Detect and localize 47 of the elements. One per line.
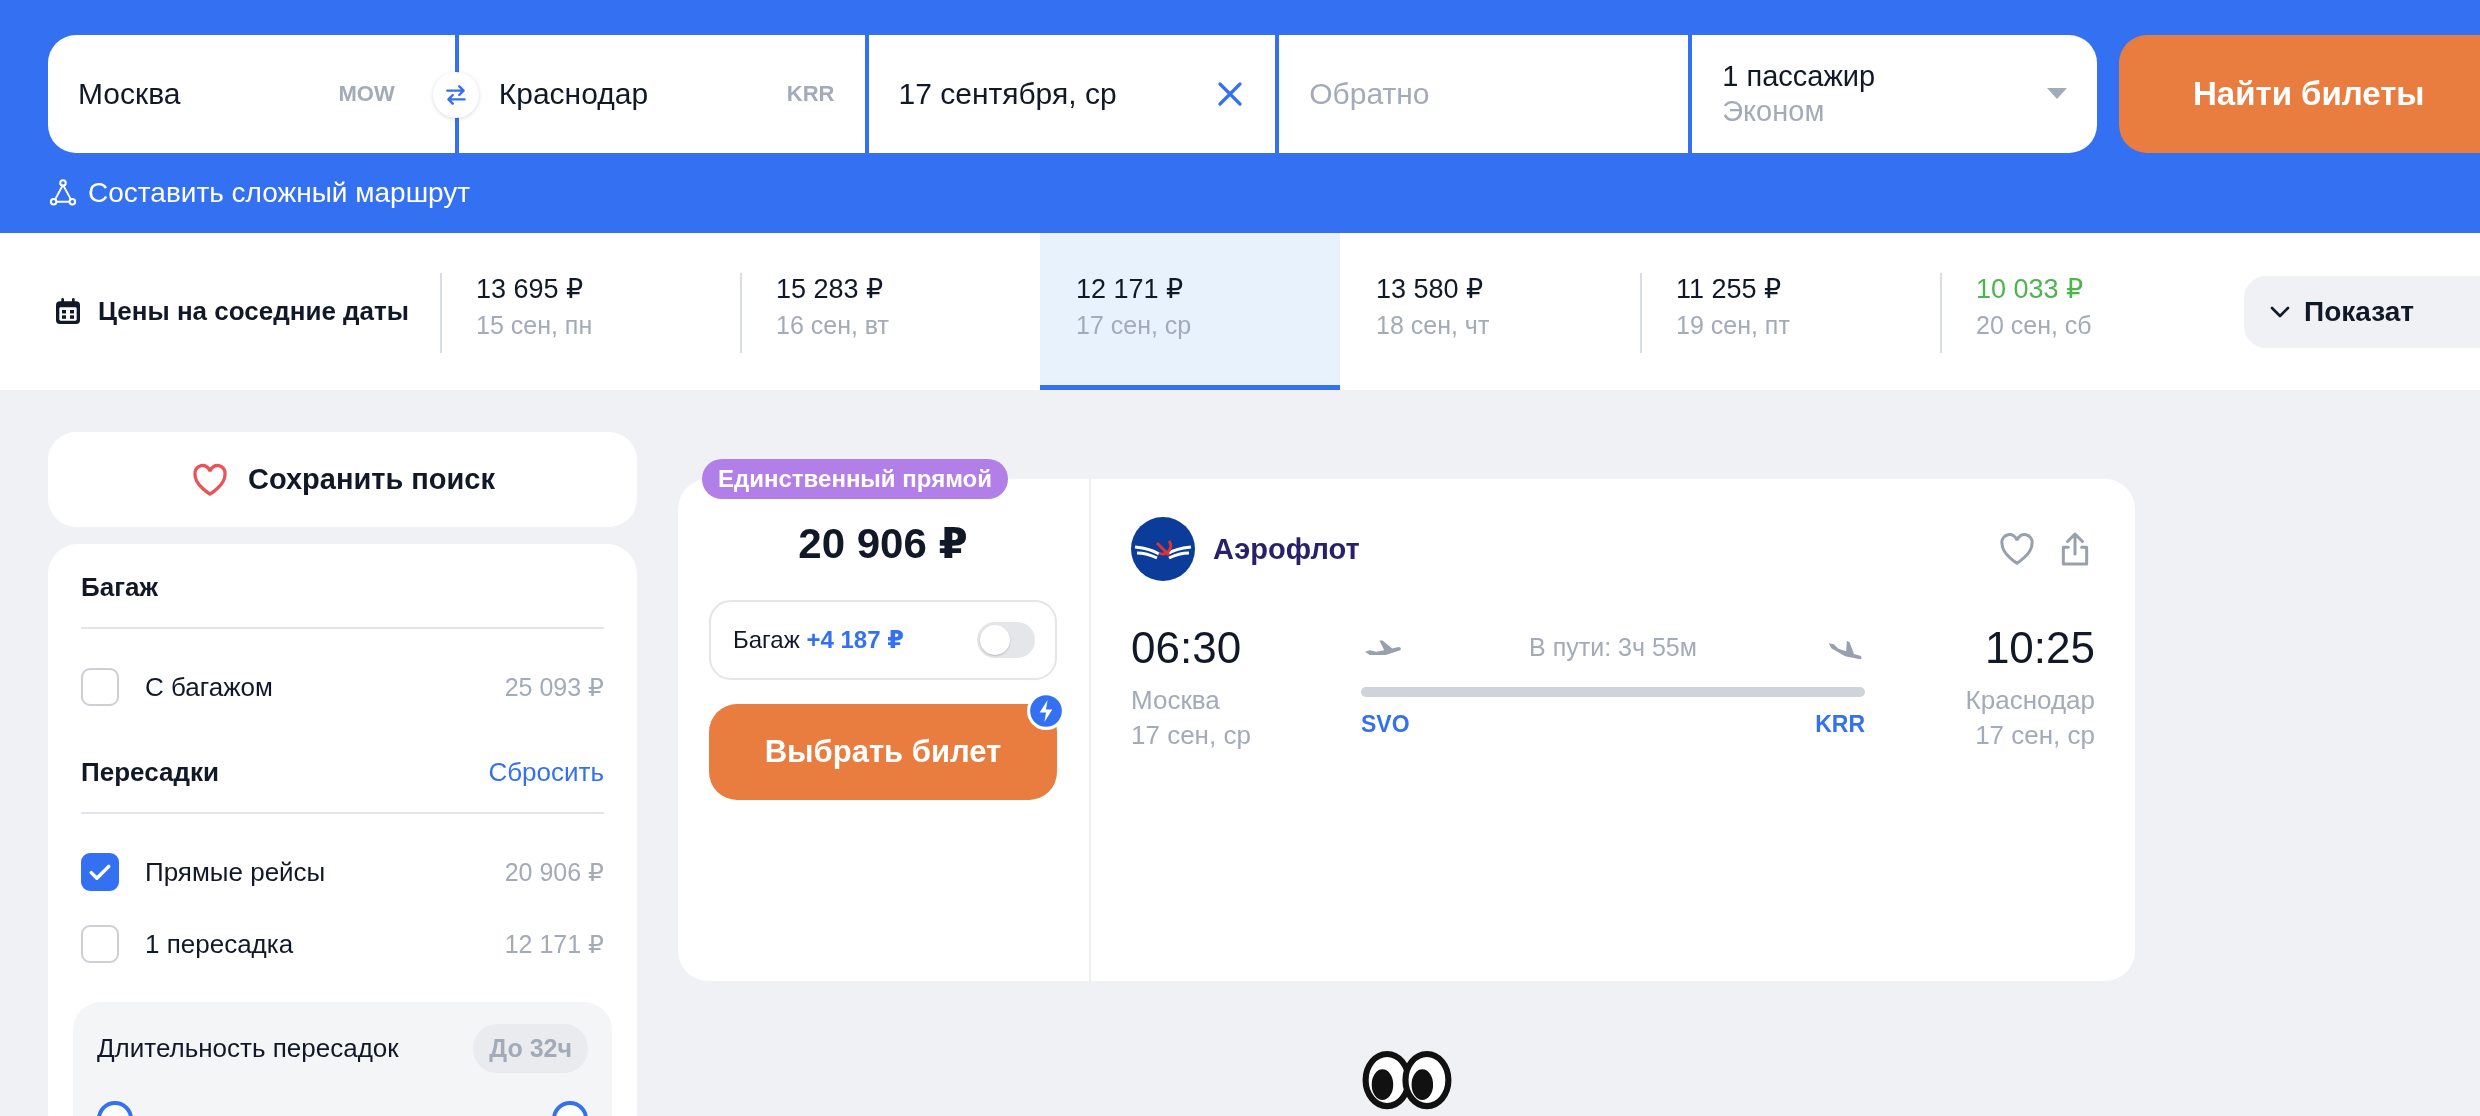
filter-price: 25 093 ₽ xyxy=(504,672,604,702)
section-title: Цены на соседние даты xyxy=(98,296,409,327)
route-nodes-icon xyxy=(48,178,78,208)
filter-heading: Багаж xyxy=(81,572,158,603)
save-search-button[interactable]: Сохранить поиск xyxy=(48,432,637,527)
filter-price: 12 171 ₽ xyxy=(504,929,604,959)
airport-code[interactable]: KRR xyxy=(1815,711,1865,738)
flight-date: 17 сен, ср xyxy=(1975,720,2095,751)
show-more-button[interactable]: Показат xyxy=(2244,276,2480,348)
date-price-tab[interactable]: 15 283 ₽ 16 сен, вт xyxy=(740,233,1040,390)
airline-name: Аэрофлот xyxy=(1213,532,1361,566)
flight-city: Москва xyxy=(1131,685,1221,716)
complex-route-link[interactable]: Составить сложный маршрут xyxy=(48,177,471,209)
duration-badge: До 32ч xyxy=(473,1024,588,1073)
flight-city: Краснодар xyxy=(1965,685,2095,716)
return-date-field[interactable]: Обратно xyxy=(1279,35,1689,153)
passengers-field[interactable]: 1 пассажир Эконом xyxy=(1692,35,2097,153)
direct-flight-badge: Единственный прямой xyxy=(702,459,1008,499)
baggage-label: Багаж +4 187 ₽ xyxy=(733,626,904,654)
airline-logo-icon xyxy=(1131,517,1195,581)
filter-label: Прямые рейсы xyxy=(145,856,327,888)
lightning-icon xyxy=(1027,692,1065,730)
flight-duration: В пути: 3ч 55м xyxy=(1529,632,1697,662)
date-price-tab[interactable]: 13 580 ₽ 18 сен, чт xyxy=(1340,233,1640,390)
flight-time: 06:30 xyxy=(1131,623,1243,673)
airport-code[interactable]: SVO xyxy=(1361,711,1410,738)
date-price-tab[interactable]: 11 255 ₽ 19 сен, пт xyxy=(1640,233,1940,390)
duration-label: Длительность пересадок xyxy=(97,1033,399,1064)
filter-label: С багажом xyxy=(145,671,274,703)
reset-link[interactable]: Сбросить xyxy=(488,757,604,788)
checkbox[interactable] xyxy=(81,853,119,891)
swap-icon xyxy=(443,82,469,108)
baggage-option[interactable]: Багаж +4 187 ₽ xyxy=(709,600,1057,680)
dropdown-caret-icon xyxy=(2047,88,2067,100)
chevron-down-icon xyxy=(2270,306,2290,318)
flight-date: 17 сен, ср xyxy=(1131,720,1252,751)
flight-time: 10:25 xyxy=(1984,623,2095,673)
filter-label: 1 пересадка xyxy=(145,928,295,960)
city-field[interactable]: Москва MOW xyxy=(48,35,455,153)
date-price-tab[interactable]: 12 171 ₽ 17 сен, ср xyxy=(1040,233,1340,390)
filter-price: 20 906 ₽ xyxy=(504,857,604,887)
date-price-tab[interactable]: 13 695 ₽ 15 сен, пн xyxy=(440,233,740,390)
filter-heading: Пересадки xyxy=(81,757,219,788)
ticket-price: 20 906 ₽ xyxy=(797,519,969,568)
baggage-toggle[interactable] xyxy=(977,622,1035,658)
date-field[interactable]: 17 сентября, ср xyxy=(868,35,1276,153)
city-field[interactable]: Краснодар KRR xyxy=(458,35,865,153)
